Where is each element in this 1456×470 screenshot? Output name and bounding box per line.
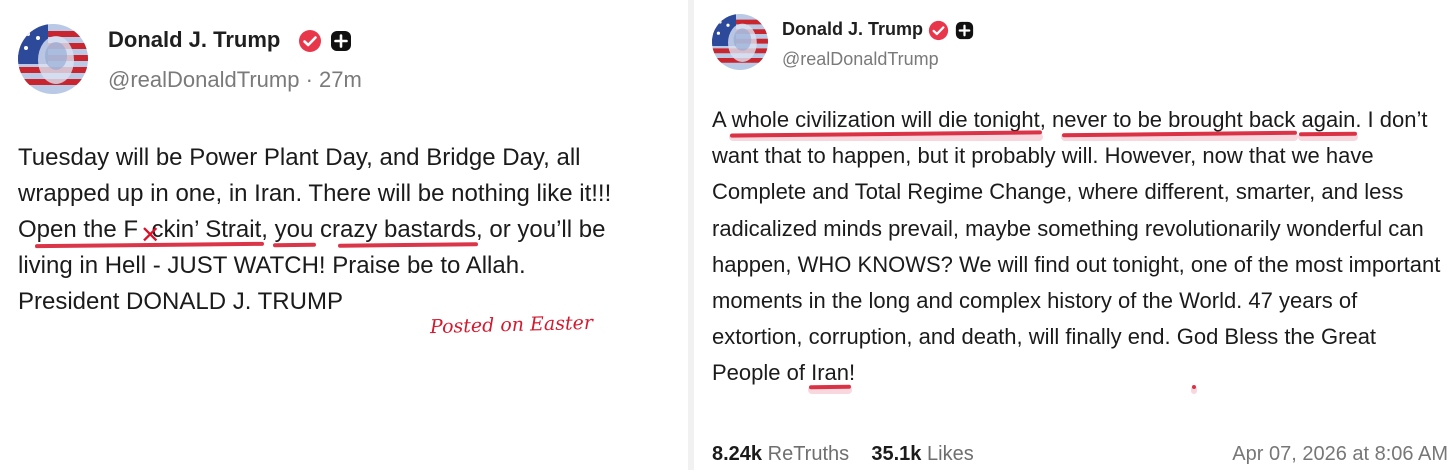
- left-post-card: Donald J. Trump @realDonaldTrump · 27m T…: [0, 0, 688, 470]
- body-text: ,: [261, 216, 275, 243]
- handle-text: @realDonaldTrump: [108, 67, 300, 92]
- right-post-card: Donald J. Trump @realDonaldTrump A whole…: [694, 0, 1456, 470]
- handwritten-note: Posted on Easter: [429, 311, 594, 339]
- post-body: Tuesday will be Power Plant Day, and Bri…: [18, 140, 628, 320]
- body-text: cr: [313, 216, 340, 243]
- author-name[interactable]: Donald J. Trump: [108, 27, 280, 53]
- post-body: A whole civilization will die tonight, n…: [712, 102, 1447, 392]
- red-x-icon: ✕: [140, 221, 161, 249]
- retruths-button[interactable]: 8.24k ReTruths: [712, 443, 849, 465]
- post-stats: 8.24k ReTruths 35.1k Likes: [712, 443, 974, 466]
- likes-count: 35.1k: [871, 443, 922, 465]
- body-text: !: [849, 360, 856, 386]
- author-avatar[interactable]: [712, 14, 768, 70]
- author-name[interactable]: Donald J. Trump: [782, 19, 923, 40]
- body-text: A: [712, 107, 732, 132]
- post-time-ago: · 27m: [305, 67, 362, 92]
- body-text: . I don’t want that to happen, but it pr…: [712, 107, 1441, 350]
- author-handle[interactable]: @realDonaldTrump: [782, 49, 939, 70]
- verified-badge-icon: [928, 20, 949, 46]
- likes-label: Likes: [927, 443, 974, 465]
- plus-badge-icon: [955, 21, 974, 45]
- highlighted-phrase: pen the Fu✕ckin’ Strait: [36, 216, 262, 249]
- author-handle[interactable]: @realDonaldTrump · 27m: [108, 67, 362, 93]
- highlighted-text: pen the F: [36, 216, 139, 243]
- post-timestamp[interactable]: Apr 07, 2026 at 8:06 AM: [1232, 443, 1448, 466]
- retruths-label: ReTruths: [767, 443, 850, 465]
- highlighted-phrase: whole civilization will die tonight: [731, 107, 1040, 132]
- censored-letter: u✕: [138, 216, 160, 249]
- body-text: of: [780, 360, 812, 386]
- highlighted-phrase: azy bastards: [339, 216, 477, 243]
- retruths-count: 8.24k: [712, 443, 763, 465]
- highlighted-phrase: ever to be brought back: [1064, 107, 1296, 132]
- highlighted-phrase: you: [274, 216, 314, 243]
- plus-badge-icon: [330, 30, 352, 57]
- highlighted-phrase: again: [1301, 107, 1356, 132]
- author-avatar[interactable]: [18, 24, 88, 94]
- avatar-flag-portrait-icon: [18, 24, 88, 94]
- verified-badge-icon: [298, 29, 322, 58]
- likes-button[interactable]: 35.1k Likes: [871, 443, 973, 465]
- body-text: , n: [1039, 107, 1065, 132]
- highlighted-text: ckin’ Strait: [151, 216, 262, 243]
- highlighted-phrase: Iran: [811, 360, 850, 386]
- avatar-flag-portrait-icon: [712, 14, 768, 70]
